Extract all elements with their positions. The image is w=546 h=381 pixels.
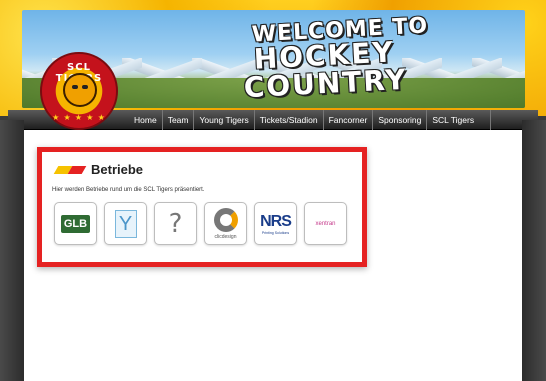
red-stripe-icon (67, 165, 87, 174)
nrs-sublabel: Printing Solutions (261, 230, 290, 235)
page-side-left (0, 120, 24, 381)
site-title: WELCOME TO HOCKEY COUNTRY (175, 13, 475, 104)
nav-item-tickets-stadion[interactable]: Tickets/Stadion (255, 110, 324, 130)
sponsor-clicdesign[interactable]: clicdesign (204, 202, 247, 245)
nav-item-home[interactable]: Home (129, 110, 163, 130)
scl-tigers-logo[interactable]: SCL TIGERS ★ ★ ★ ★ ★ (40, 52, 118, 130)
sponsor-xentran[interactable]: xentran (304, 202, 347, 245)
y-logo-icon: Y (114, 209, 137, 238)
section-heading: Betriebe (53, 162, 144, 177)
clicdesign-c-icon (213, 207, 238, 232)
sponsor-y[interactable]: Y (104, 202, 147, 245)
sponsor-list: GLB Y ? clicdesign NRS Printing Solution… (54, 202, 347, 245)
tiger-face-icon (63, 73, 97, 107)
question-mark-icon: ? (168, 208, 183, 239)
nrs-logo-icon: NRS Printing Solutions (260, 212, 292, 235)
nav-item-scl-tigers[interactable]: SCL Tigers (427, 110, 492, 130)
nav-item-sponsoring[interactable]: Sponsoring (373, 110, 428, 130)
sponsor-unknown[interactable]: ? (154, 202, 197, 245)
section-description: Hier werden Betriebe rund um die SCL Tig… (52, 187, 205, 193)
sponsor-glb[interactable]: GLB (54, 202, 97, 245)
nav-item-team[interactable]: Team (163, 110, 195, 130)
glb-logo-icon: GLB (60, 214, 91, 233)
clicdesign-logo-icon: clicdesign (213, 207, 238, 240)
xentran-logo-icon: xentran (315, 220, 336, 227)
page-side-right (522, 120, 546, 381)
nrs-label: NRS (260, 212, 292, 230)
logo-stars: ★ ★ ★ ★ ★ (52, 113, 106, 122)
sponsor-nrs[interactable]: NRS Printing Solutions (254, 202, 297, 245)
clicdesign-label: clicdesign (214, 233, 237, 240)
section-title: Betriebe (91, 162, 144, 177)
nav-item-young-tigers[interactable]: Young Tigers (194, 110, 255, 130)
betriebe-panel: Betriebe Hier werden Betriebe rund um di… (37, 147, 367, 267)
nav-item-fancorner[interactable]: Fancorner (324, 110, 374, 130)
